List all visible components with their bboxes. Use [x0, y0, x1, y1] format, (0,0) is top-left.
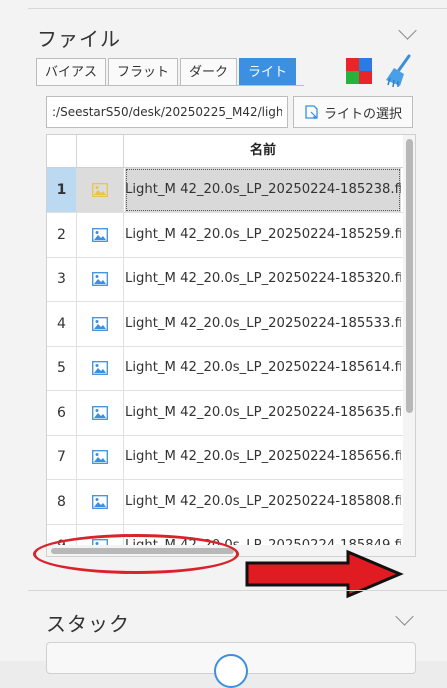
table-row[interactable]: 4 Light_M 42_20.0s_LP_20250224-185533.fit	[47, 301, 403, 347]
image-file-icon	[76, 212, 124, 257]
file-name[interactable]: Light_M 42_20.0s_LP_20250224-185238.fit	[125, 168, 401, 212]
file-name[interactable]: Light_M 42_20.0s_LP_20250224-185533.fit	[125, 302, 401, 346]
side-panel: ファイル バイアス フラット ダーク ライト ライトの選択 名前 1 Light_…	[0, 0, 447, 688]
row-index: 6	[47, 390, 77, 435]
table-row[interactable]: 2 Light_M 42_20.0s_LP_20250224-185259.fit	[47, 212, 403, 258]
image-file-icon	[76, 479, 124, 524]
red-highlight-ellipse	[33, 534, 239, 574]
image-file-icon	[76, 301, 124, 346]
image-file-icon	[76, 168, 124, 212]
color-grid-icon[interactable]	[346, 58, 372, 84]
image-file-icon	[76, 346, 124, 390]
row-index: 4	[47, 301, 77, 346]
stack-control-knob[interactable]	[214, 654, 248, 688]
vertical-scrollbar-thumb[interactable]	[406, 139, 413, 413]
file-name[interactable]: Light_M 42_20.0s_LP_20250224-185635.fit	[125, 391, 401, 435]
lights-path-input[interactable]	[46, 96, 288, 128]
frame-type-tabs: バイアス フラット ダーク ライト	[36, 58, 298, 86]
file-name[interactable]: Light_M 42_20.0s_LP_20250224-185656.fit	[125, 435, 401, 479]
select-folder-icon	[305, 105, 318, 120]
select-lights-button[interactable]: ライトの選択	[293, 96, 413, 128]
tab-flat[interactable]: フラット	[108, 58, 179, 86]
table-row[interactable]: 6 Light_M 42_20.0s_LP_20250224-185635.fit	[47, 390, 403, 436]
table-row[interactable]: 5 Light_M 42_20.0s_LP_20250224-185614.fit	[47, 346, 403, 391]
stack-section-title: スタック	[46, 612, 130, 636]
row-index: 8	[47, 479, 77, 524]
tab-underline	[36, 85, 304, 86]
chevron-down-icon[interactable]	[398, 21, 417, 40]
row-index: 3	[47, 257, 77, 301]
red-arrow-annotation	[245, 549, 404, 599]
table-row[interactable]: 3 Light_M 42_20.0s_LP_20250224-185320.fit	[47, 257, 403, 302]
image-file-icon	[76, 435, 124, 479]
table-row[interactable]: 8 Light_M 42_20.0s_LP_20250224-185808.fit	[47, 479, 403, 525]
tab-dark[interactable]: ダーク	[180, 58, 238, 86]
image-file-icon	[76, 390, 124, 435]
image-file-icon	[76, 257, 124, 301]
row-index: 5	[47, 346, 77, 390]
tab-light[interactable]: ライト	[239, 58, 297, 86]
chevron-down-icon[interactable]	[395, 607, 414, 626]
table-row[interactable]: 7 Light_M 42_20.0s_LP_20250224-185656.fit	[47, 435, 403, 480]
table-header: 名前	[47, 135, 403, 168]
row-index: 7	[47, 435, 77, 479]
section-divider	[28, 590, 447, 591]
tab-bias[interactable]: バイアス	[36, 58, 107, 86]
file-section-title: ファイル	[37, 27, 121, 51]
broom-icon[interactable]	[384, 54, 414, 88]
select-lights-label: ライトの選択	[323, 106, 402, 122]
file-table[interactable]: 名前 1 Light_M 42_20.0s_LP_20250224-185238.…	[46, 134, 416, 557]
header-name[interactable]: 名前	[123, 135, 403, 167]
file-name[interactable]: Light_M 42_20.0s_LP_20250224-185614.fit	[125, 346, 401, 390]
row-index: 2	[47, 212, 77, 257]
file-name[interactable]: Light_M 42_20.0s_LP_20250224-185259.fit	[125, 213, 401, 257]
header-index-cell	[47, 135, 77, 167]
file-name[interactable]: Light_M 42_20.0s_LP_20250224-185320.fit	[125, 257, 401, 301]
header-icon-cell	[76, 135, 124, 167]
row-index: 1	[47, 168, 77, 212]
file-name[interactable]: Light_M 42_20.0s_LP_20250224-185808.fit	[125, 480, 401, 524]
table-row[interactable]: 1 Light_M 42_20.0s_LP_20250224-185238.fit	[47, 168, 403, 213]
panel-top-edge	[28, 0, 447, 9]
